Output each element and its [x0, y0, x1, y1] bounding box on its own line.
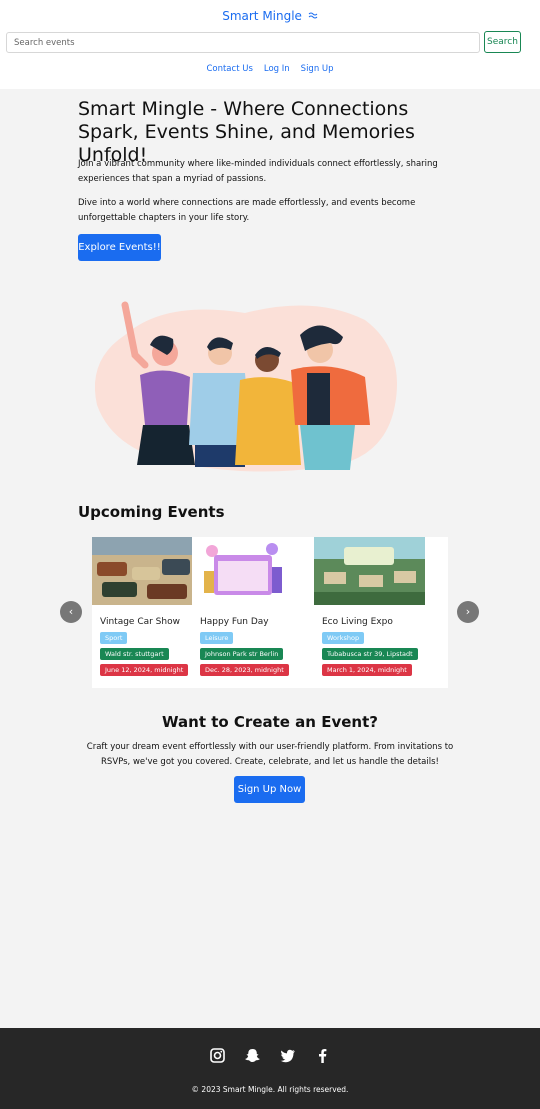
event-date-badge: March 1, 2024, midnight [322, 664, 412, 676]
top-nav: Contact Us Log In Sign Up [0, 64, 540, 74]
wave-icon [308, 12, 318, 19]
hero-paragraph-2: Dive into a world where connections are … [78, 198, 416, 223]
sign-up-now-button[interactable]: Sign Up Now [234, 776, 305, 803]
carousel-prev-button[interactable]: ‹ [60, 601, 82, 623]
event-date-badge: June 12, 2024, midnight [100, 664, 189, 676]
brand-name: Smart Mingle [222, 9, 302, 23]
event-category-badge: Sport [100, 632, 128, 644]
snapchat-icon[interactable] [244, 1047, 261, 1064]
event-date-badge: Dec. 28, 2023, midnight [200, 664, 289, 676]
events-carousel: Vintage Car Show Sport Wald str. stuttga… [92, 537, 448, 688]
event-image [92, 537, 193, 605]
friends-illustration [95, 301, 397, 472]
event-name: Happy Fun Day [200, 617, 269, 627]
site-header: Smart Mingle Search Contact Us Log In Si… [0, 0, 540, 89]
create-event-paragraph: Craft your dream event effortlessly with… [86, 742, 454, 767]
facebook-icon[interactable] [314, 1047, 331, 1064]
social-links [0, 1047, 540, 1064]
event-card[interactable]: Eco Living Expo Workshop Tubabusca str 3… [314, 537, 448, 688]
event-name: Vintage Car Show [100, 617, 180, 627]
nav-sign-up[interactable]: Sign Up [301, 64, 334, 74]
event-card[interactable]: Happy Fun Day Leisure Johnson Park str B… [192, 537, 314, 688]
twitter-icon[interactable] [279, 1047, 296, 1064]
search-button[interactable]: Search [484, 31, 521, 53]
nav-log-in[interactable]: Log In [264, 64, 290, 74]
upcoming-events-title: Upcoming Events [78, 503, 225, 521]
instagram-icon[interactable] [209, 1047, 226, 1064]
event-card[interactable]: Vintage Car Show Sport Wald str. stuttga… [92, 537, 193, 688]
chevron-right-icon: › [465, 605, 471, 618]
event-location-badge: Johnson Park str Berlin [200, 648, 284, 660]
event-location-badge: Wald str. stuttgart [100, 648, 169, 660]
event-category-badge: Workshop [322, 632, 365, 644]
event-location-badge: Tubabusca str 39, Lipstadt [322, 648, 418, 660]
event-name: Eco Living Expo [322, 617, 393, 627]
carousel-next-button[interactable]: › [457, 601, 479, 623]
copyright-text: © 2023 Smart Mingle. All rights reserved… [191, 1085, 349, 1094]
nav-contact-us[interactable]: Contact Us [206, 64, 252, 74]
search-input[interactable] [6, 32, 480, 53]
event-image [314, 537, 425, 605]
explore-events-button[interactable]: Explore Events!! [78, 234, 161, 261]
hero-paragraph-1: Join a vibrant community where like-mind… [78, 159, 438, 184]
brand-link[interactable]: Smart Mingle [0, 9, 540, 23]
event-image [192, 537, 293, 605]
site-footer: © 2023 Smart Mingle. All rights reserved… [0, 1028, 540, 1109]
event-category-badge: Leisure [200, 632, 234, 644]
create-event-title: Want to Create an Event? [162, 713, 378, 731]
chevron-left-icon: ‹ [68, 605, 74, 618]
